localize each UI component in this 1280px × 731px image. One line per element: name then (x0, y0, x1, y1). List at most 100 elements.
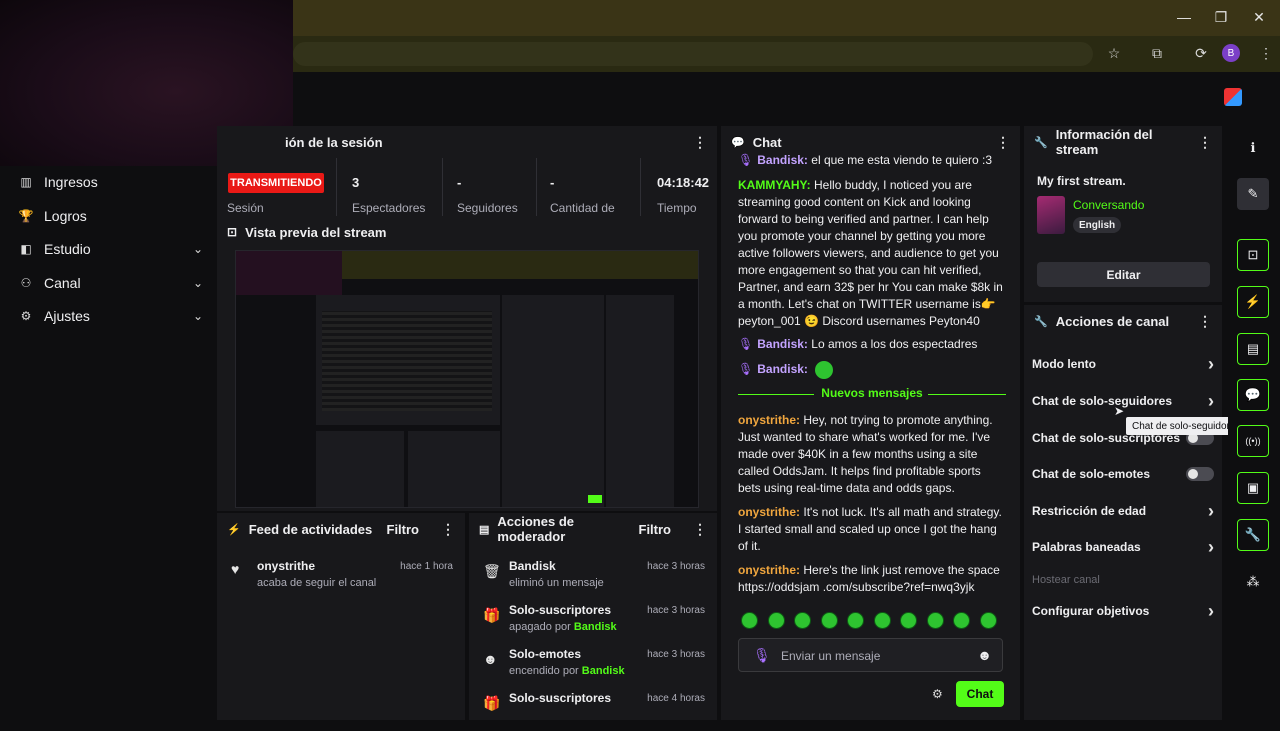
feed-filter-button[interactable]: Filtro (387, 522, 420, 537)
chat-username[interactable]: onystrithe (738, 563, 796, 577)
actions-menu-icon[interactable]: ⋮ (1198, 313, 1212, 330)
extension-logo-icon[interactable] (1224, 88, 1242, 106)
chevron-down-icon[interactable]: ⌄ (193, 309, 203, 323)
sidebar-item-label: Ajustes (44, 308, 90, 324)
channel-action-palabras-baneadas[interactable]: Palabras baneadas › (1032, 537, 1214, 557)
chevron-down-icon[interactable]: ⌄ (193, 242, 203, 256)
stream-category[interactable]: Conversando (1073, 198, 1144, 212)
stat-label-time: Tiempo (657, 201, 697, 215)
nodes-icon[interactable]: ⁂ (1237, 566, 1269, 598)
activity-feed-panel: ⚡ Feed de actividades Filtro ⋮ ♥ onystri… (217, 513, 465, 720)
mod-action-time: hace 3 horas (647, 649, 705, 660)
emote-icon[interactable] (847, 612, 864, 629)
sync-icon[interactable]: ⟳ (1189, 42, 1213, 64)
channel-action-configurar-objetivos[interactable]: Configurar objetivos › (1032, 601, 1214, 621)
channel-action-label: Hostear canal (1032, 574, 1100, 586)
mod-action-row: 🗑 Bandisk eliminó un mensaje hace 3 horas (469, 559, 717, 599)
emote-icon[interactable] (794, 612, 811, 629)
chat-input-placeholder: Enviar un mensaje (781, 649, 881, 663)
microphone-icon[interactable]: 🎙 (753, 647, 771, 664)
minimize-button[interactable]: — (1172, 6, 1196, 28)
chat-input[interactable]: 🎙 Enviar un mensaje ☻ (738, 638, 1003, 672)
emote-icon[interactable] (979, 612, 997, 629)
mod-action-by: Bandisk (581, 665, 625, 677)
chat-message: 🎙 Bandisk: (738, 361, 1006, 379)
info-icon[interactable]: ℹ (1237, 132, 1269, 164)
mod-menu-icon[interactable]: ⋮ (693, 521, 707, 538)
sidebar-item-label: Ingresos (44, 174, 98, 190)
sidebar-item-ajustes[interactable]: ⚙ Ajustes ⌄ (18, 304, 203, 328)
session-menu-icon[interactable]: ⋮ (693, 134, 707, 151)
chat-username[interactable]: onystrithe (738, 505, 796, 519)
bolt-icon[interactable]: ⚡ (1237, 286, 1269, 318)
emote-icon[interactable] (741, 612, 758, 629)
info-menu-icon[interactable]: ⋮ (1198, 134, 1212, 151)
chat-menu-icon[interactable]: ⋮ (996, 134, 1010, 151)
feed-menu-icon[interactable]: ⋮ (441, 521, 455, 538)
close-window-button[interactable]: ✕ (1247, 6, 1271, 28)
preview-chat (502, 295, 604, 507)
microphone-icon: 🎙 (738, 153, 754, 167)
preview-mod (408, 431, 500, 507)
chevron-right-icon: › (1208, 500, 1214, 521)
emote-icon[interactable] (926, 612, 944, 629)
notes-icon[interactable]: ▤ (1237, 333, 1269, 365)
chat-username[interactable]: onystrithe (738, 413, 796, 427)
mod-filter-button[interactable]: Filtro (639, 522, 672, 537)
wrench-icon: 🔧 (1034, 315, 1048, 328)
maximize-button[interactable]: ❐ (1209, 6, 1233, 28)
profile-avatar[interactable]: B (1222, 44, 1240, 62)
channel-action-chat-de-solo-emotes[interactable]: Chat de solo-emotes (1032, 465, 1214, 483)
mod-actions-panel: ▤ Acciones de moderador Filtro ⋮ 🗑 Bandis… (469, 513, 717, 720)
emote-icon[interactable] (820, 612, 838, 629)
chat-username[interactable]: Bandisk (757, 153, 804, 167)
stream-title: My first stream. (1037, 174, 1126, 188)
heart-icon: ♥ (231, 561, 240, 577)
stream-preview-video[interactable] (235, 250, 699, 508)
emote-icon[interactable] (953, 612, 970, 629)
capture-icon[interactable]: ⊡ (1237, 239, 1269, 271)
bookmark-star-icon[interactable]: ☆ (1102, 42, 1126, 64)
sidebar-item-ingresos[interactable]: ▥ Ingresos (18, 170, 203, 194)
pencil-icon[interactable]: ✎ (1237, 178, 1269, 210)
category-thumbnail (1037, 196, 1065, 234)
channel-action-hostear-canal: Hostear canal (1032, 571, 1214, 589)
emoji-icon[interactable]: ☻ (977, 647, 992, 663)
video-icon[interactable]: ▣ (1237, 472, 1269, 504)
chat-message: 🎙 Bandisk: el que me esta viendo te quier… (738, 152, 1006, 169)
browser-menu-icon[interactable]: ⋮ (1254, 42, 1278, 64)
chat-username[interactable]: KAMMYAHY (738, 178, 807, 192)
edit-button[interactable]: Editar (1037, 262, 1210, 287)
channel-action-label: Chat de solo-seguidores (1032, 394, 1173, 408)
chat-username[interactable]: Bandisk (757, 362, 804, 376)
users-icon: ⚇ (20, 276, 32, 290)
chat-username[interactable]: Bandisk (757, 337, 804, 351)
sidebar-item-canal[interactable]: ⚇ Canal ⌄ (18, 271, 203, 295)
chat-send-button[interactable]: Chat (956, 681, 1004, 707)
chevron-down-icon[interactable]: ⌄ (193, 276, 203, 290)
broadcast-icon[interactable]: ((•)) (1237, 425, 1269, 457)
chat-text: el que me esta viendo te quiero :3 (811, 153, 993, 167)
stat-label-session: Sesión (227, 201, 264, 215)
preview-feed (316, 431, 404, 507)
wrench-icon[interactable]: 🔧 (1237, 519, 1269, 551)
stat-value-count: - (550, 175, 555, 190)
chat-settings-icon[interactable]: ⚙ (932, 687, 943, 701)
emote-icon[interactable] (873, 612, 891, 629)
chat-icon[interactable]: 💬 (1237, 379, 1269, 411)
channel-action-restriccion-de-edad[interactable]: Restricción de edad › (1032, 500, 1214, 521)
toggle-switch[interactable] (1186, 467, 1214, 481)
mod-action-time: hace 3 horas (647, 561, 705, 572)
chevron-right-icon: › (1208, 390, 1214, 411)
divider (442, 158, 443, 216)
emote-icon[interactable] (900, 612, 917, 629)
emote-icon[interactable] (767, 612, 785, 629)
sidebar-item-logros[interactable]: 🏆 Logros (18, 204, 203, 228)
channel-action-modo-lento[interactable]: Modo lento › (1032, 354, 1214, 374)
address-bar[interactable] (293, 42, 1093, 66)
chat-message: onystrithe: It's not luck. It's all math… (738, 504, 1006, 555)
chat-message: 🎙 Bandisk: Lo amos a los dos espectadres (738, 336, 1006, 353)
new-messages-divider: Nuevos mensajes (738, 386, 1006, 402)
sidebar-item-estudio[interactable]: ◧ Estudio ⌄ (18, 237, 203, 261)
extensions-icon[interactable]: ⧉ (1145, 42, 1169, 64)
